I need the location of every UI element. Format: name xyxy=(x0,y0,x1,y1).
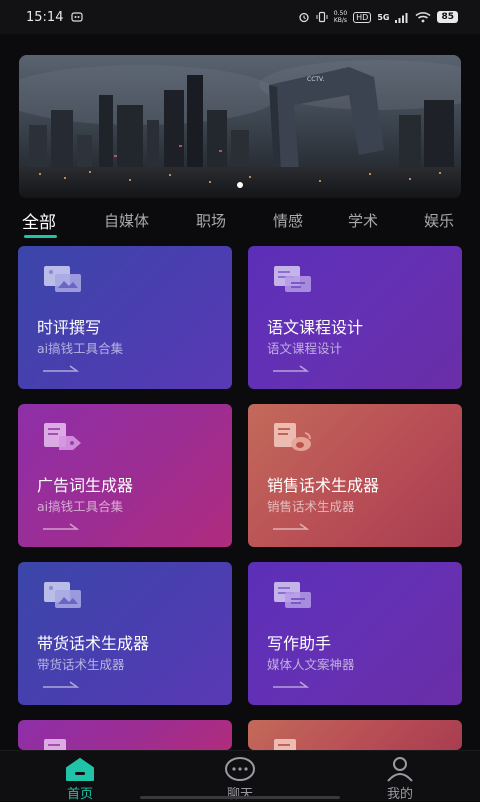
network-type: 5G xyxy=(377,12,390,22)
network-speed-unit: KB/s xyxy=(333,17,348,24)
nav-item-profile[interactable]: 我的 xyxy=(365,751,435,802)
tab-academic[interactable]: 学术 xyxy=(348,210,378,231)
card-subtitle: ai搞钱工具合集 xyxy=(37,499,124,514)
city-skyline-illustration: CCTV. xyxy=(19,55,461,198)
nav-label-chat: 聊天 xyxy=(226,787,253,802)
card-title: 语文课程设计 xyxy=(267,318,364,337)
tab-workplace[interactable]: 职场 xyxy=(196,210,226,231)
nav-item-chat[interactable]: 聊天 xyxy=(205,751,275,802)
arrow-right-icon xyxy=(273,681,309,688)
tool-card-partial[interactable] xyxy=(18,720,232,750)
bottom-navigation: 首页 聊天 我的 xyxy=(0,750,480,802)
notes-document-icon xyxy=(274,266,311,292)
banner-sign-text: CCTV. xyxy=(307,76,324,83)
nav-item-home[interactable]: 首页 xyxy=(45,751,115,802)
weibo-document-icon xyxy=(274,423,311,451)
card-subtitle: 语文课程设计 xyxy=(267,341,343,356)
notification-app-icon xyxy=(71,12,84,22)
vibrate-icon xyxy=(316,11,328,23)
chat-bubble-icon xyxy=(225,757,255,781)
signal-icon xyxy=(395,12,408,23)
arrow-right-icon xyxy=(273,365,309,372)
card-title: 带货话术生成器 xyxy=(37,634,150,653)
arrow-right-icon xyxy=(273,523,309,530)
arrow-right-icon xyxy=(43,681,79,688)
card-title: 销售话术生成器 xyxy=(267,476,380,495)
card-subtitle: 媒体人文案神器 xyxy=(267,657,355,672)
tool-card[interactable]: 广告词生成器 ai搞钱工具合集 xyxy=(18,404,232,547)
arrow-right-icon xyxy=(43,365,79,372)
card-subtitle: ai搞钱工具合集 xyxy=(37,341,124,356)
wifi-icon xyxy=(415,12,431,23)
tool-card[interactable]: 时评撰写 ai搞钱工具合集 xyxy=(18,246,232,389)
tab-all[interactable]: 全部 xyxy=(22,208,56,233)
battery-level: 85 xyxy=(437,11,458,23)
arrow-right-icon xyxy=(43,523,79,530)
category-tabs: 全部 自媒体 职场 情感 学术 娱乐 xyxy=(0,204,480,240)
card-title: 写作助手 xyxy=(267,634,332,653)
status-right: 0.50 KB/s HD 5G 85 xyxy=(298,10,458,24)
banner-image[interactable]: CCTV. xyxy=(19,55,461,198)
tool-card[interactable]: 销售话术生成器 销售话术生成器 xyxy=(248,404,462,547)
home-icon xyxy=(66,758,94,781)
network-speed: 0.50 KB/s xyxy=(334,10,347,24)
tool-card[interactable]: 写作助手 媒体人文案神器 xyxy=(248,562,462,705)
card-title: 广告词生成器 xyxy=(37,476,134,495)
network-speed-value: 0.50 xyxy=(333,10,348,17)
user-icon xyxy=(387,757,413,782)
image-document-icon xyxy=(44,582,81,608)
notes-document-icon xyxy=(274,582,311,608)
home-indicator xyxy=(140,796,340,799)
tool-card[interactable]: 带货话术生成器 带货话术生成器 xyxy=(18,562,232,705)
tool-card[interactable]: 语文课程设计 语文课程设计 xyxy=(248,246,462,389)
tab-entertainment[interactable]: 娱乐 xyxy=(424,210,454,231)
alarm-icon xyxy=(299,12,309,23)
status-time: 15:14 xyxy=(26,9,64,25)
status-bar: 15:14 0.50 KB/s HD 5G 85 xyxy=(0,0,480,34)
document-tag-icon xyxy=(44,739,66,750)
nav-label-home: 首页 xyxy=(66,787,93,802)
tool-card-partial[interactable] xyxy=(248,720,462,750)
tab-self-media[interactable]: 自媒体 xyxy=(104,210,149,231)
card-subtitle: 销售话术生成器 xyxy=(267,499,355,514)
weibo-document-icon xyxy=(274,739,296,750)
nav-label-profile: 我的 xyxy=(386,787,413,802)
tab-emotion[interactable]: 情感 xyxy=(273,210,303,231)
hd-badge: HD xyxy=(353,11,372,23)
active-tab-indicator xyxy=(24,235,57,238)
status-left: 15:14 xyxy=(26,9,84,25)
document-tag-icon xyxy=(44,423,81,450)
card-title: 时评撰写 xyxy=(37,318,102,337)
image-document-icon xyxy=(44,266,81,292)
banner-pagination-dot xyxy=(237,182,243,188)
card-subtitle: 带货话术生成器 xyxy=(37,657,125,672)
